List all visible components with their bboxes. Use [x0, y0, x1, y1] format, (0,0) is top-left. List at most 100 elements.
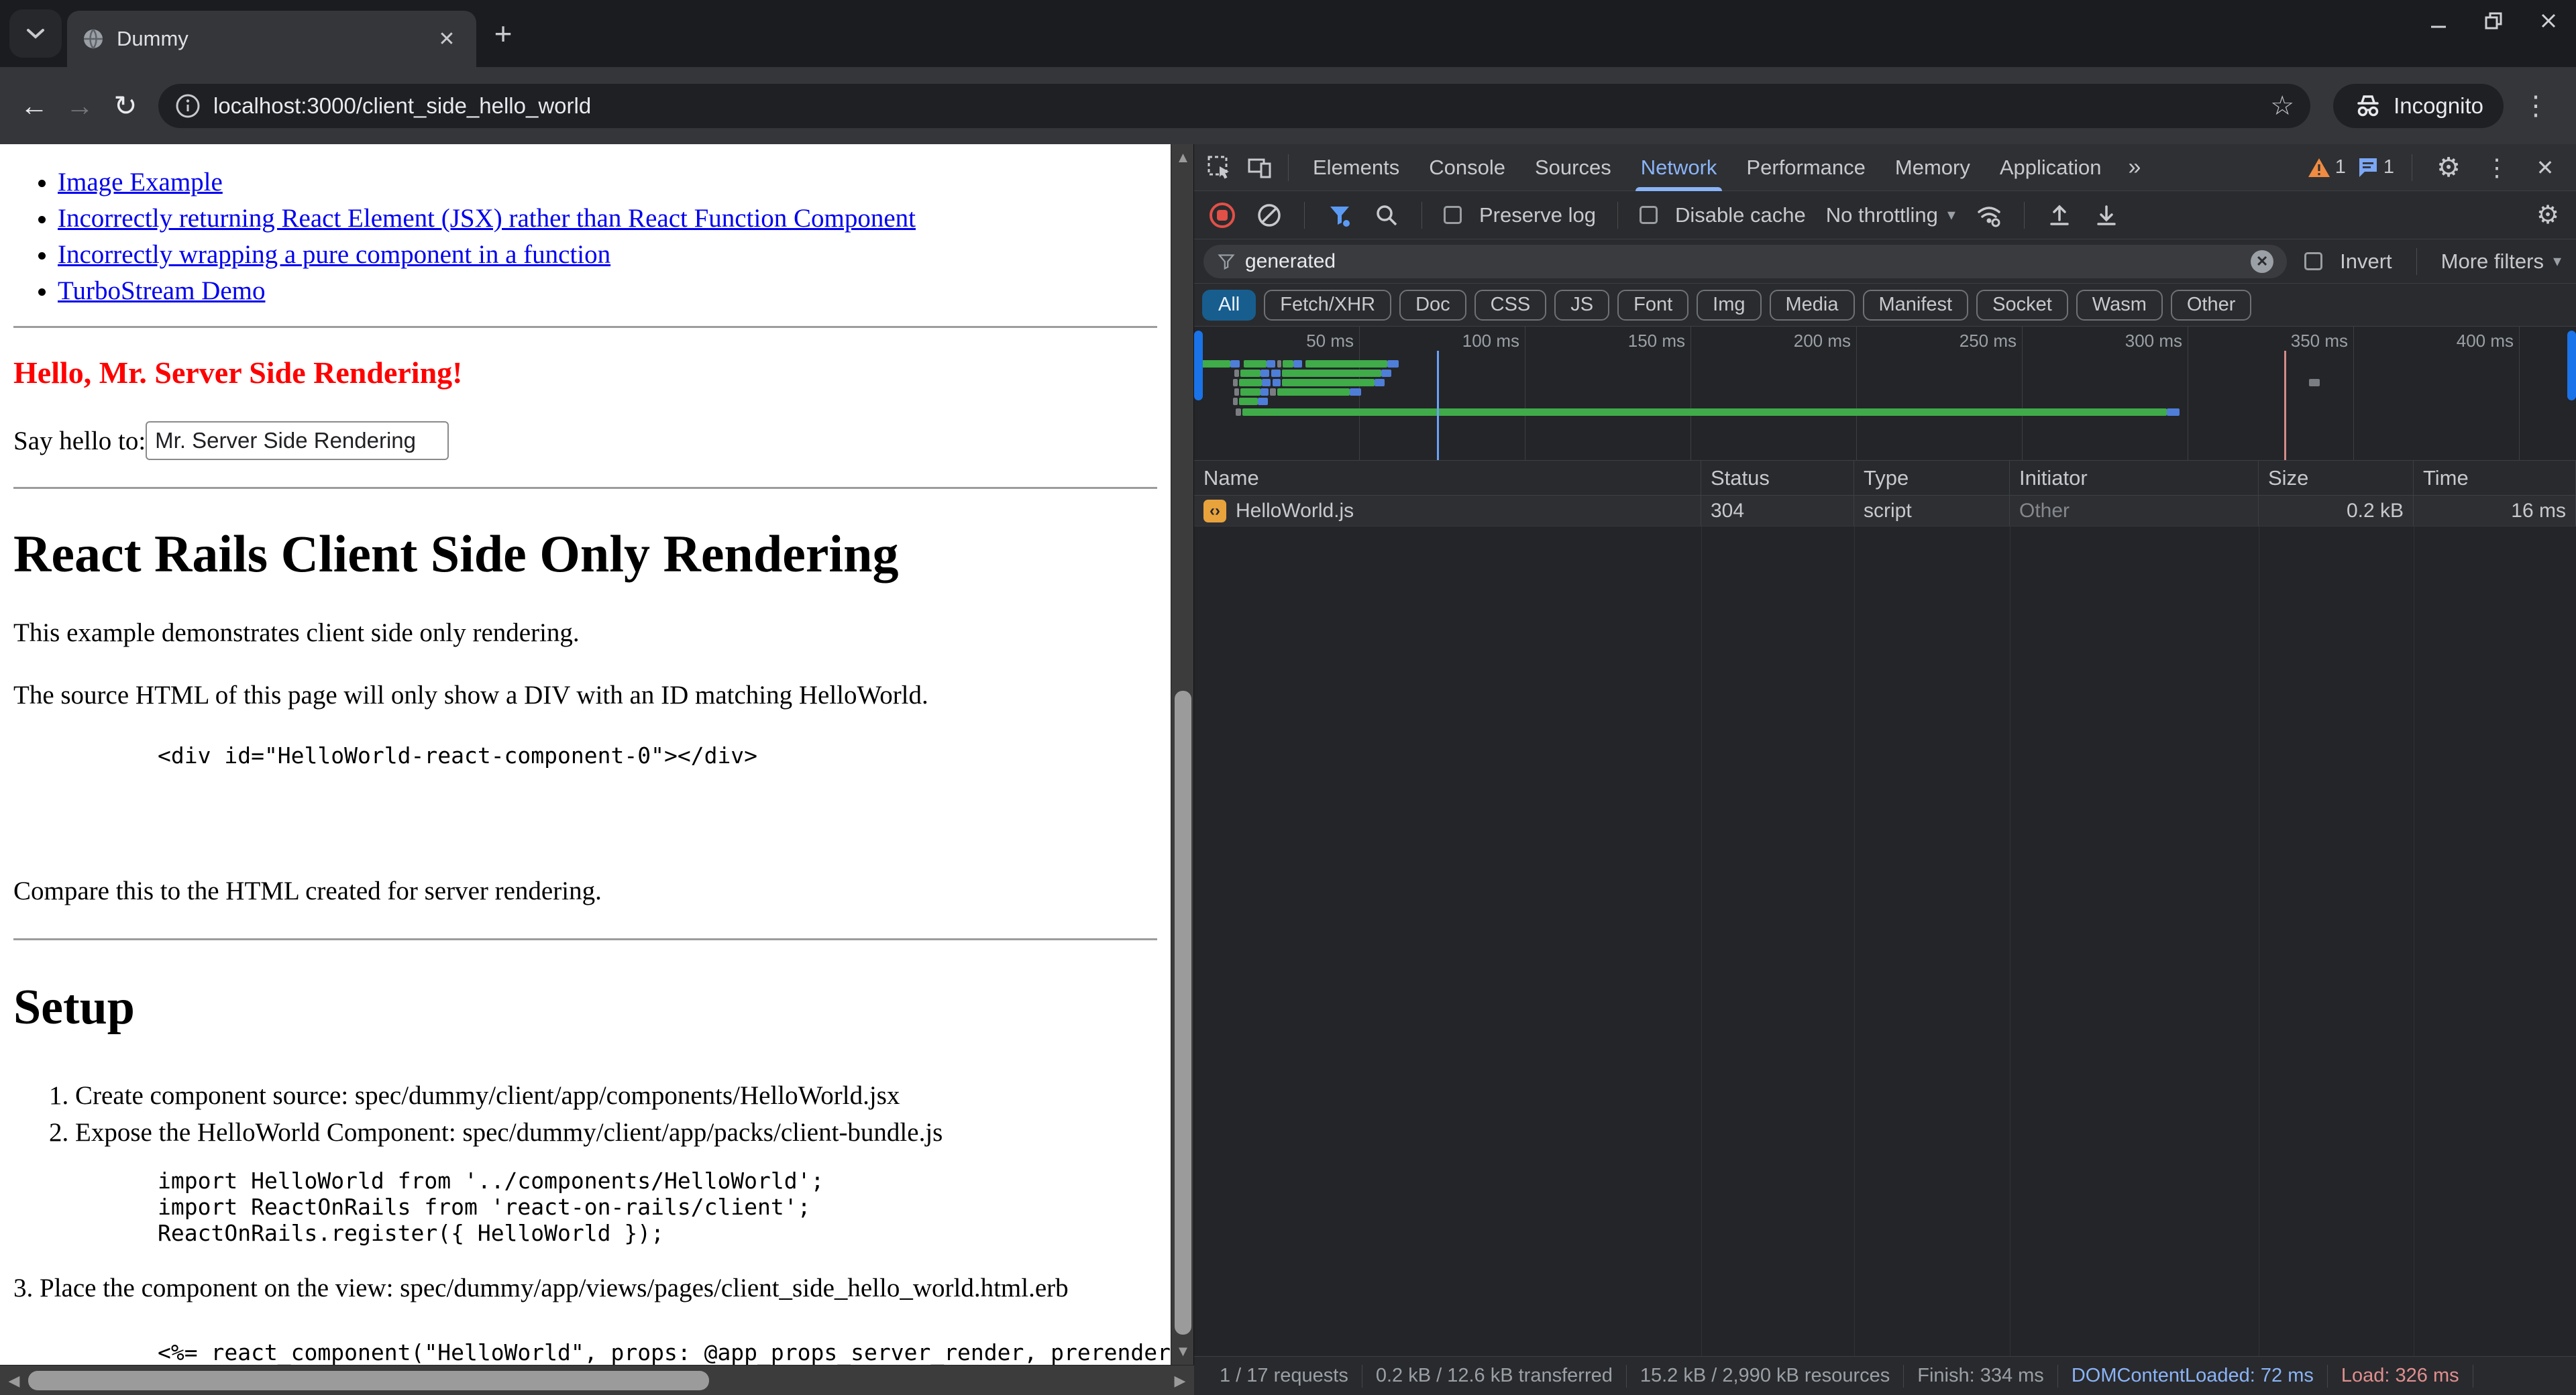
- vscroll-thumb[interactable]: [1175, 691, 1191, 1335]
- search-button[interactable]: [1368, 197, 1405, 234]
- more-tabs-icon[interactable]: »: [2119, 154, 2151, 180]
- inspect-cursor-icon: [1206, 154, 1233, 181]
- new-tab-button[interactable]: +: [480, 11, 526, 56]
- checkbox[interactable]: [1444, 206, 1462, 224]
- column-header[interactable]: Initiator: [2010, 461, 2259, 495]
- import-har-button[interactable]: [2041, 197, 2078, 234]
- name-input[interactable]: [146, 421, 449, 460]
- close-window-icon[interactable]: [2537, 9, 2560, 32]
- toggle-device-toolbar-button[interactable]: [1241, 149, 1279, 186]
- restore-icon[interactable]: [2482, 9, 2505, 32]
- devtools-tab[interactable]: Console: [1414, 144, 1520, 191]
- network-overview[interactable]: 50 ms100 ms150 ms200 ms250 ms300 ms350 m…: [1194, 327, 2576, 461]
- network-status-bar: 1 / 17 requests 0.2 kB / 12.6 kB transfe…: [1194, 1356, 2576, 1395]
- horizontal-scrollbar[interactable]: ◀ ▶: [0, 1365, 1194, 1395]
- export-har-button[interactable]: [2088, 197, 2125, 234]
- filter-chip[interactable]: Manifest: [1863, 290, 1969, 321]
- column-header[interactable]: Size: [2259, 461, 2414, 495]
- filter-chip[interactable]: JS: [1554, 290, 1609, 321]
- preserve-log-checkbox[interactable]: Preserve log: [1438, 203, 1601, 227]
- clear-filter-icon[interactable]: ✕: [2251, 250, 2273, 273]
- divider: [1304, 202, 1305, 229]
- page-link[interactable]: Incorrectly wrapping a pure component in…: [58, 240, 610, 269]
- scroll-up-icon[interactable]: ▲: [1171, 144, 1195, 171]
- network-settings-icon[interactable]: ⚙: [2529, 197, 2567, 234]
- tab-close-icon[interactable]: ✕: [432, 24, 462, 54]
- disable-cache-checkbox[interactable]: Disable cache: [1634, 203, 1811, 227]
- filter-chip[interactable]: Wasm: [2076, 290, 2163, 321]
- filter-chip[interactable]: Doc: [1399, 290, 1466, 321]
- more-filters-dropdown[interactable]: More filters ▾: [2436, 249, 2567, 274]
- overview-right-handle[interactable]: [2567, 331, 2576, 400]
- url-text[interactable]: localhost:3000/client_side_hello_world: [213, 93, 2258, 119]
- list-item: Incorrectly wrapping a pure component in…: [58, 239, 1157, 270]
- devtools-tab[interactable]: Elements: [1298, 144, 1414, 191]
- scroll-right-icon[interactable]: ▶: [1166, 1365, 1194, 1395]
- issues-badge[interactable]: 1: [2357, 156, 2394, 178]
- filter-chip[interactable]: All: [1202, 290, 1256, 321]
- page-link[interactable]: Incorrectly returning React Element (JSX…: [58, 204, 916, 233]
- window-controls: [2427, 9, 2560, 32]
- column-header[interactable]: Time: [2414, 461, 2576, 495]
- filter-chip[interactable]: Font: [1617, 290, 1688, 321]
- devtools-close-icon[interactable]: ✕: [2526, 149, 2564, 186]
- vertical-scrollbar[interactable]: ▲ ▼: [1171, 144, 1193, 1365]
- page-link[interactable]: TurboStream Demo: [58, 276, 265, 305]
- page-link-list: Image Example Incorrectly returning React…: [58, 167, 1157, 306]
- overview-left-handle[interactable]: [1194, 331, 1203, 400]
- divider: [1617, 202, 1618, 229]
- filter-chip[interactable]: Fetch/XHR: [1264, 290, 1391, 321]
- network-toolbar: Preserve log Disable cache No throttling…: [1194, 191, 2576, 239]
- inspect-element-button[interactable]: [1201, 149, 1238, 186]
- devtools-tab[interactable]: Application: [1985, 144, 2116, 191]
- page-link[interactable]: Image Example: [58, 168, 223, 197]
- bookmark-star-icon[interactable]: ☆: [2270, 91, 2294, 121]
- filter-chip[interactable]: Img: [1697, 290, 1761, 321]
- filter-chip[interactable]: Other: [2171, 290, 2252, 321]
- devtools-settings-icon[interactable]: ⚙: [2430, 149, 2467, 186]
- throttling-dropdown[interactable]: No throttling ▾: [1821, 203, 1961, 227]
- status-item-wrap: 15.2 kB / 2,990 kB resources: [1627, 1365, 1904, 1388]
- filter-chip[interactable]: CSS: [1474, 290, 1547, 321]
- devtools-tab[interactable]: Network: [1626, 144, 1732, 191]
- forward-button[interactable]: →: [60, 87, 99, 125]
- code-block: <div id="HelloWorld-react-component-0"><…: [158, 742, 1157, 769]
- network-conditions-button[interactable]: [1970, 197, 2008, 234]
- devtools-menu-icon[interactable]: ⋮: [2478, 149, 2516, 186]
- address-bar[interactable]: localhost:3000/client_side_hello_world ☆: [158, 84, 2310, 128]
- chevron-down-icon: ▾: [1947, 205, 1955, 225]
- scroll-down-icon[interactable]: ▼: [1171, 1338, 1195, 1365]
- record-network-log-button[interactable]: [1203, 197, 1241, 234]
- hscroll-thumb[interactable]: [28, 1371, 709, 1390]
- invert-checkbox[interactable]: Invert: [2299, 249, 2398, 274]
- browser-tab[interactable]: Dummy ✕: [67, 11, 476, 67]
- browser-menu-icon[interactable]: ⋮: [2510, 91, 2561, 121]
- devtools-tab[interactable]: Sources: [1520, 144, 1626, 191]
- waterfall-canvas: [1194, 353, 2576, 460]
- filter-chip[interactable]: Socket: [1976, 290, 2068, 321]
- clear-network-log-button[interactable]: [1250, 197, 1288, 234]
- scroll-left-icon[interactable]: ◀: [0, 1365, 28, 1395]
- filter-input[interactable]: generated ✕: [1203, 245, 2287, 278]
- column-header[interactable]: Type: [1854, 461, 2010, 495]
- divider: [2024, 202, 2025, 229]
- devtools-tab[interactable]: Performance: [1731, 144, 1880, 191]
- site-info-icon[interactable]: [174, 93, 201, 119]
- table-row[interactable]: ‹›HelloWorld.js 304 script Other 0.2 kB …: [1194, 496, 2576, 526]
- device-toolbar-icon: [1246, 154, 1273, 181]
- back-button[interactable]: ←: [15, 87, 54, 125]
- filter-funnel-icon: [1327, 203, 1352, 228]
- minimize-icon[interactable]: [2427, 9, 2450, 32]
- tab-search-button[interactable]: [9, 9, 62, 58]
- reload-button[interactable]: ↻: [106, 87, 145, 125]
- filter-toggle-button[interactable]: [1321, 197, 1358, 234]
- column-header[interactable]: Status: [1701, 461, 1854, 495]
- hello-heading: Hello, Mr. Server Side Rendering!: [13, 355, 1157, 390]
- column-header[interactable]: Name: [1194, 461, 1701, 495]
- devtools-tab[interactable]: Memory: [1880, 144, 1985, 191]
- checkbox[interactable]: [2304, 252, 2322, 270]
- filter-chip[interactable]: Media: [1770, 290, 1855, 321]
- warnings-badge[interactable]: 1: [2307, 156, 2346, 178]
- filter-value[interactable]: generated: [1245, 250, 2241, 273]
- checkbox[interactable]: [1640, 206, 1658, 224]
